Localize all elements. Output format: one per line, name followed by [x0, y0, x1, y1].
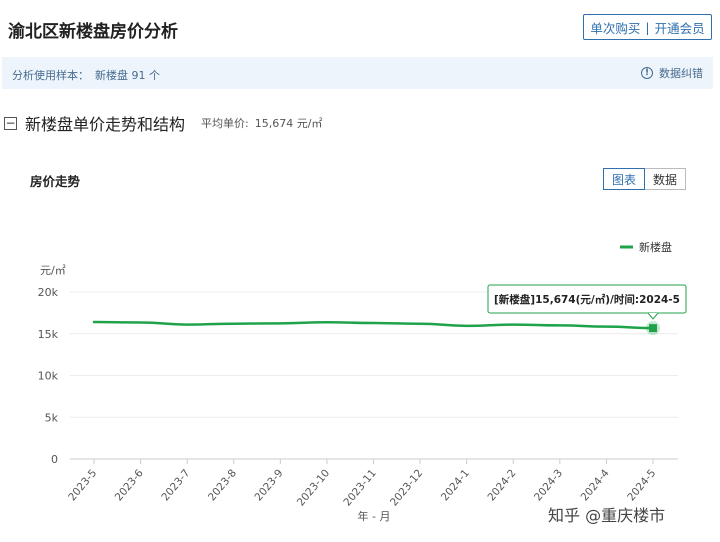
highlight-point — [649, 324, 657, 333]
x-tick-label: 2023-11 — [341, 467, 378, 508]
tooltip-pointer — [647, 312, 659, 320]
data-point — [604, 325, 608, 329]
y-tick-label: 5k — [45, 411, 59, 424]
y-tick-label: 15k — [38, 328, 59, 341]
x-tick-label: 2024-1 — [439, 467, 472, 503]
y-axis-label: 元/㎡ — [40, 264, 66, 277]
x-tick-label: 2024-3 — [532, 467, 565, 503]
data-point — [278, 321, 282, 325]
data-point — [558, 323, 562, 327]
data-point — [232, 322, 236, 326]
data-point — [325, 320, 329, 324]
data-point — [92, 320, 96, 324]
x-tick-label: 2024-4 — [579, 467, 612, 503]
x-tick-label: 2024-2 — [485, 467, 518, 503]
x-tick-label: 2023-9 — [253, 467, 286, 503]
watermark: 知乎 @重庆楼市 — [548, 506, 666, 525]
x-tick-label: 2023-7 — [159, 467, 192, 503]
x-tick-label: 2023-5 — [66, 467, 99, 503]
x-axis-label: 年 - 月 — [358, 509, 391, 523]
x-tick-label: 2023-12 — [388, 467, 425, 508]
legend-label: 新楼盘 — [639, 240, 672, 254]
x-tick-label: 2023-6 — [113, 467, 146, 503]
data-point — [372, 321, 376, 325]
y-tick-label: 20k — [38, 286, 59, 299]
y-tick-label: 10k — [38, 370, 59, 383]
price-trend-chart: 0 5k 10k 15k 20k 元/㎡ 2023-5 2023-6 2023-7 2023-8 2… — [38, 240, 687, 523]
data-point — [418, 322, 422, 326]
x-tick-label: 2024-5 — [625, 467, 658, 503]
data-point — [185, 323, 189, 327]
data-point — [511, 323, 515, 327]
x-tick-label: 2023-10 — [295, 467, 332, 508]
data-point — [465, 324, 469, 328]
tooltip-text: [新楼盘]15,674(元/㎡)/时间:2024-5 — [494, 293, 680, 306]
y-tick-label: 0 — [51, 453, 58, 466]
x-tick-label: 2023-8 — [206, 467, 239, 503]
data-point — [139, 320, 143, 324]
